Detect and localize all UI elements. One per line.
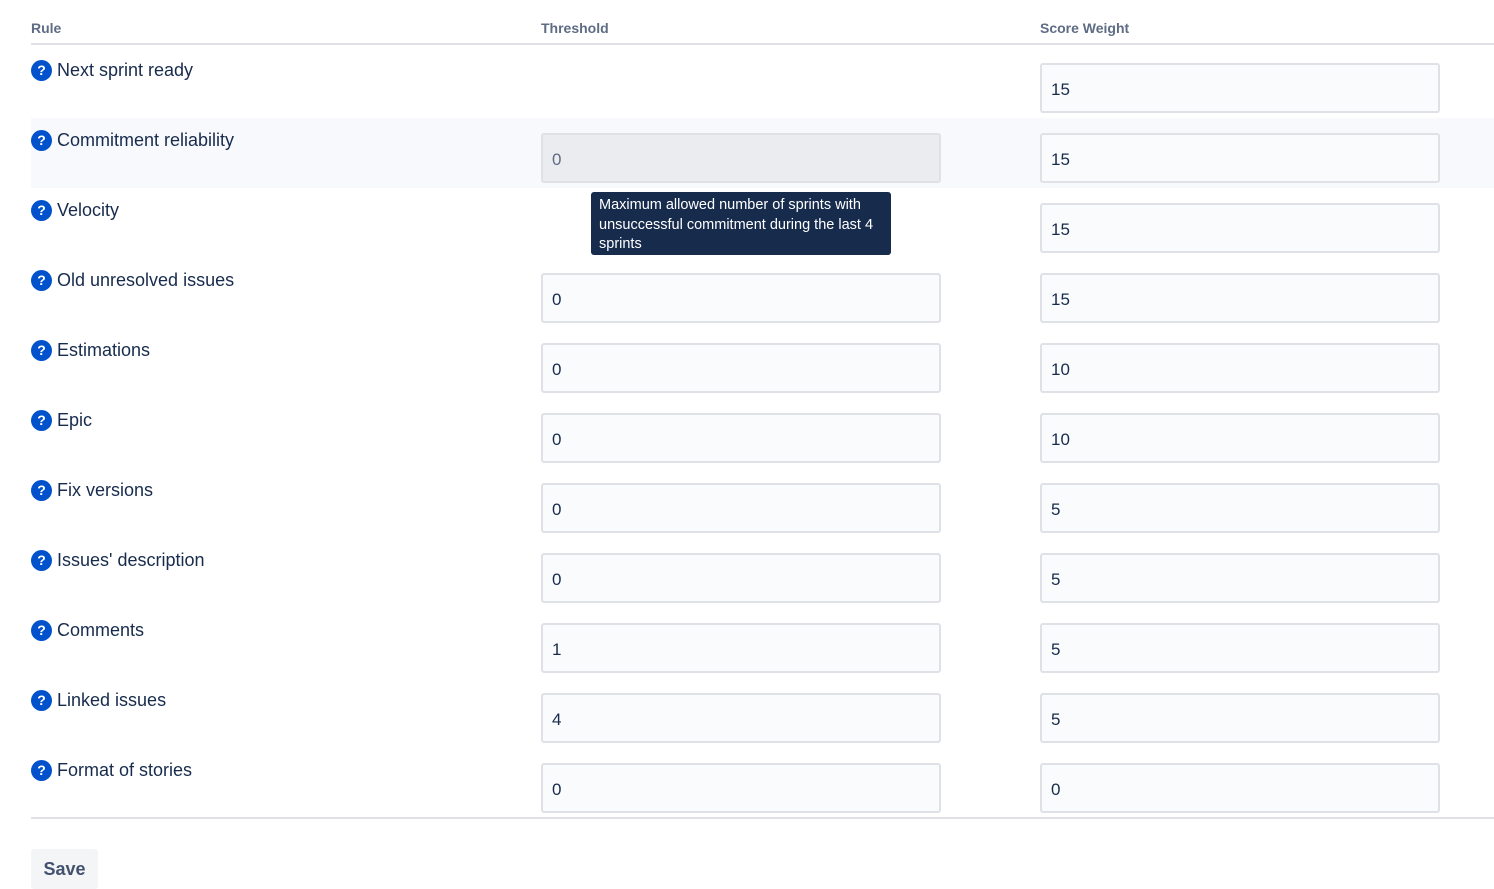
rule-label: Comments: [57, 619, 145, 640]
score-weight-input[interactable]: [1040, 413, 1440, 463]
rule-label: Linked issues: [57, 689, 167, 710]
table-header: Rule Threshold Score Weight: [31, 0, 1494, 45]
question-circle-icon[interactable]: ?: [31, 759, 52, 781]
rule-cell: ? Comments: [31, 619, 144, 641]
table-row: ? Old unresolved issues: [31, 258, 1494, 328]
question-circle-icon[interactable]: ?: [31, 689, 52, 711]
question-circle-icon[interactable]: ?: [31, 339, 52, 361]
rule-cell: ? Old unresolved issues: [31, 269, 234, 291]
rule-label: Fix versions: [57, 479, 154, 500]
table-row: ? Estimations: [31, 328, 1494, 398]
question-circle-icon[interactable]: ?: [31, 549, 52, 571]
rule-label: Issues' description: [57, 549, 205, 570]
question-circle-icon[interactable]: ?: [31, 409, 52, 431]
score-weight-input[interactable]: [1040, 63, 1440, 113]
table-row: ? Comments: [31, 608, 1494, 678]
table-row: ? Epic: [31, 398, 1494, 468]
score-weight-input[interactable]: [1040, 483, 1440, 533]
rule-cell: ? Commitment reliability: [31, 129, 234, 151]
rule-label: Estimations: [57, 339, 151, 360]
rule-cell: ? Epic: [31, 409, 92, 431]
threshold-tooltip: Maximum allowed number of sprints with u…: [591, 192, 891, 255]
threshold-input[interactable]: [541, 413, 941, 463]
rule-label: Commitment reliability: [57, 129, 235, 150]
question-circle-icon[interactable]: ?: [31, 129, 52, 151]
column-header-threshold: Threshold: [541, 20, 609, 36]
column-header-score-weight: Score Weight: [1040, 20, 1130, 36]
score-weight-input[interactable]: [1040, 623, 1440, 673]
question-circle-icon[interactable]: ?: [31, 619, 52, 641]
score-weight-input[interactable]: [1040, 273, 1440, 323]
threshold-input[interactable]: [541, 483, 941, 533]
score-weight-input[interactable]: [1040, 343, 1440, 393]
table-row: ? Format of stories: [31, 748, 1494, 818]
score-weight-input[interactable]: [1040, 553, 1440, 603]
score-weight-input[interactable]: [1040, 203, 1440, 253]
threshold-input[interactable]: [541, 273, 941, 323]
score-weight-input[interactable]: [1040, 763, 1440, 813]
table-row: ? Linked issues: [31, 678, 1494, 748]
question-circle-icon[interactable]: ?: [31, 59, 52, 81]
column-header-rule: Rule: [31, 20, 62, 36]
table-row: ? Next sprint ready: [31, 48, 1494, 118]
threshold-input[interactable]: [541, 133, 941, 183]
threshold-input[interactable]: [541, 693, 941, 743]
question-circle-icon[interactable]: ?: [31, 199, 52, 221]
rule-cell: ? Format of stories: [31, 759, 192, 781]
rule-cell: ? Next sprint ready: [31, 59, 193, 81]
score-weight-input[interactable]: [1040, 133, 1440, 183]
rule-cell: ? Linked issues: [31, 689, 166, 711]
question-circle-icon[interactable]: ?: [31, 269, 52, 291]
rule-label: Velocity: [57, 199, 120, 220]
rule-cell: ? Velocity: [31, 199, 119, 221]
threshold-input[interactable]: [541, 343, 941, 393]
rule-label: Old unresolved issues: [57, 269, 235, 290]
rule-label: Epic: [57, 409, 93, 430]
save-button[interactable]: Save: [31, 849, 98, 889]
rule-cell: ? Issues' description: [31, 549, 205, 571]
threshold-input[interactable]: [541, 553, 941, 603]
question-circle-icon[interactable]: ?: [31, 479, 52, 501]
rule-cell: ? Fix versions: [31, 479, 153, 501]
table-bottom-divider: [31, 817, 1494, 819]
score-weight-input[interactable]: [1040, 693, 1440, 743]
table-row: ? Fix versions: [31, 468, 1494, 538]
threshold-input[interactable]: [541, 763, 941, 813]
threshold-input[interactable]: [541, 623, 941, 673]
rule-cell: ? Estimations: [31, 339, 150, 361]
table-row: ? Issues' description: [31, 538, 1494, 608]
table-row: ? Commitment reliability: [31, 118, 1494, 188]
rule-label: Format of stories: [57, 759, 193, 780]
rule-label: Next sprint ready: [57, 59, 194, 80]
